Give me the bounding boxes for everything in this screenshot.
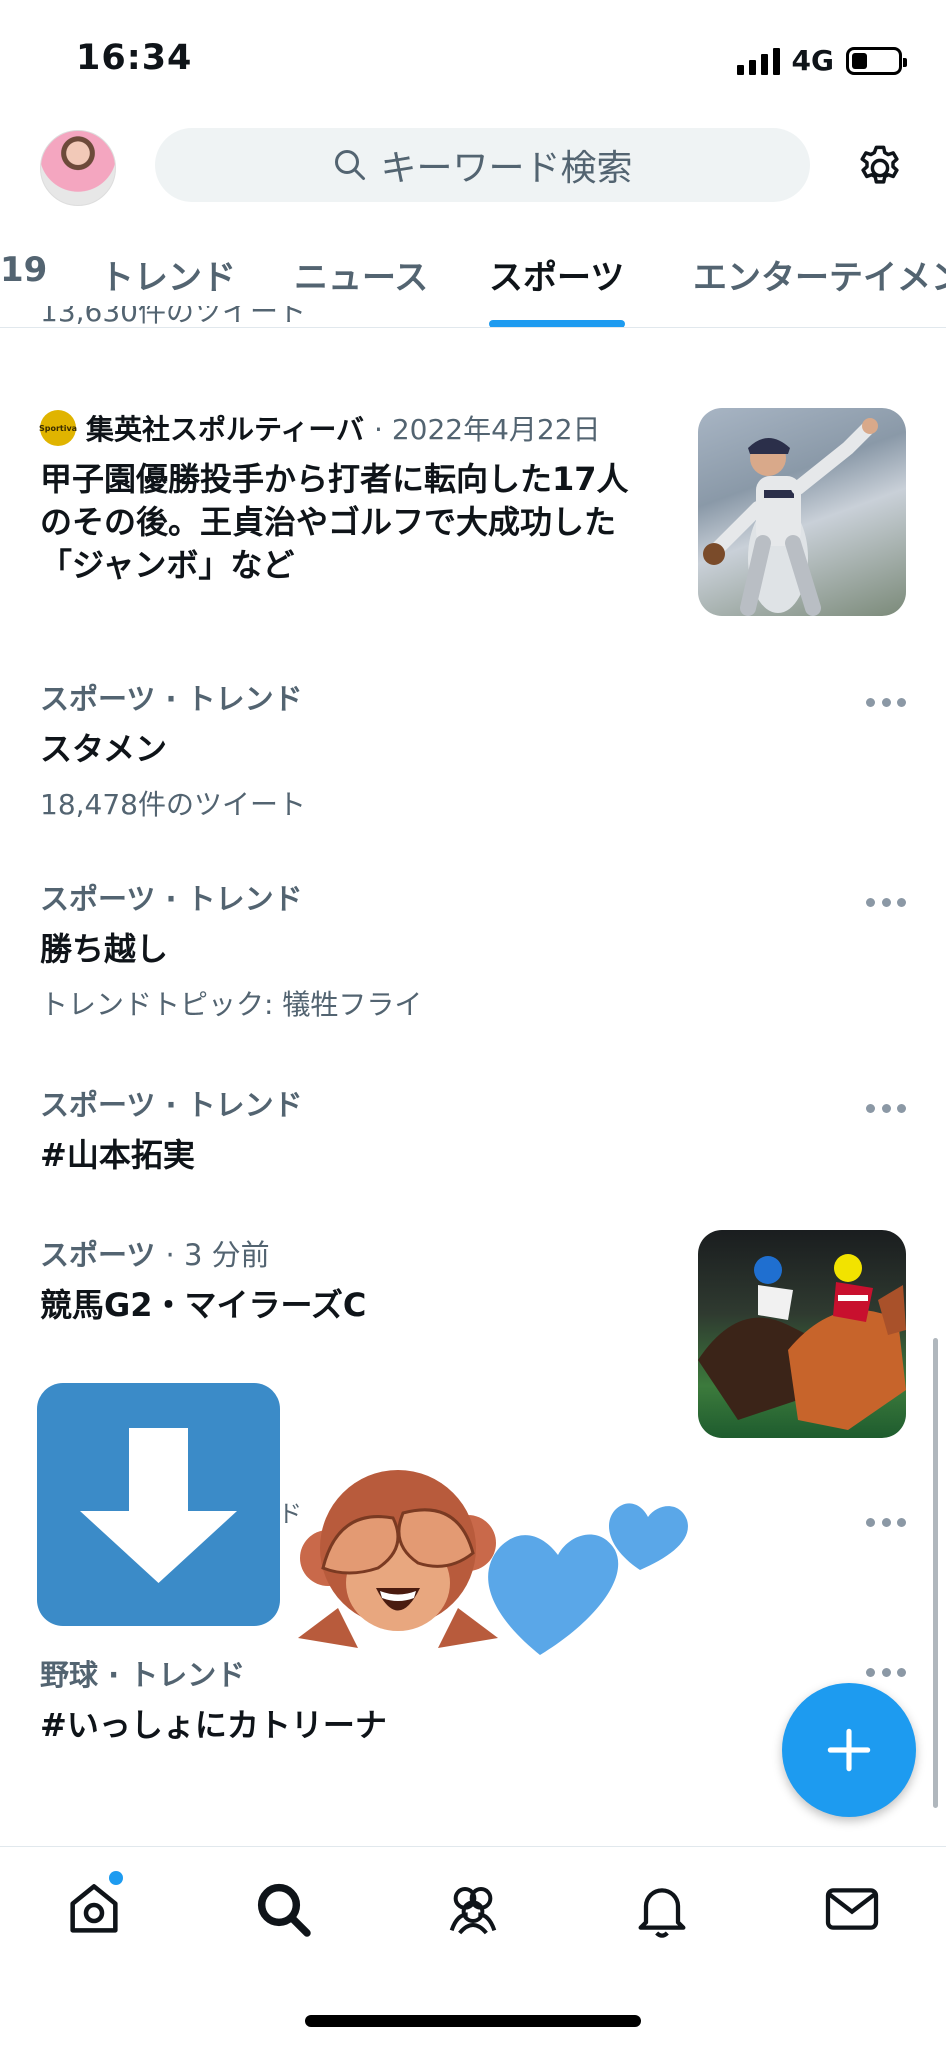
trend-thumbnail[interactable] [698, 1230, 906, 1438]
trend-sub: トレンドトピック: 犠牲フライ [40, 988, 423, 1021]
download-arrow-icon [80, 1428, 237, 1583]
home-icon[interactable] [62, 1877, 126, 1941]
horse-racing-image [698, 1254, 906, 1430]
trend-category-label: スポーツ [40, 1238, 156, 1272]
more-icon[interactable] [866, 1098, 906, 1118]
heart-icon [488, 1503, 688, 1655]
status-bar: 16:34 4G [0, 0, 946, 120]
news-thumbnail[interactable] [698, 408, 906, 616]
trend-title: #いっしょにカトリーナ [40, 1706, 387, 1744]
trend-item[interactable]: スポーツ · 3 分前 競馬G2・マイラーズC [40, 1232, 660, 1327]
trend-title: #山本拓実 [40, 1136, 195, 1174]
signal-icon [736, 47, 780, 75]
trend-item[interactable]: 野球 · トレンド #いっしょにカトリーナ [40, 1652, 906, 1747]
search-input[interactable]: キーワード検索 [155, 128, 810, 202]
home-notification-dot [109, 1871, 123, 1885]
source-name: 集英社スポルティーバ [86, 413, 365, 446]
news-date: · 2022年4月22日 [374, 413, 601, 446]
see-no-evil-monkey-icon [298, 1470, 498, 1648]
battery-icon [846, 46, 907, 75]
more-icon[interactable] [866, 1662, 906, 1682]
tweet-count-cut-text: 13,630件のツイート [40, 306, 306, 328]
tweet-count-cut: 13,630件のツイート [40, 306, 306, 342]
top-bar: キーワード検索 [0, 120, 946, 220]
trend-category: スポーツ · 3 分前 [40, 1232, 660, 1274]
tab-sports[interactable]: スポーツ [489, 250, 624, 299]
news-source: Sportiva 集英社スポルティーバ · 2022年4月22日 [39, 408, 660, 448]
compose-plus-icon [827, 1728, 871, 1772]
home-indicator [305, 2015, 641, 2027]
trend-category: スポーツ · トレンド [40, 882, 303, 916]
tab-news[interactable]: ニュース [294, 250, 428, 299]
news-headline: 甲子園優勝投手から打者に転向した17人のその後。王貞治やゴルフで大成功した「ジャ… [40, 460, 629, 584]
status-indicators: 4G [736, 44, 907, 77]
pitcher-image [703, 418, 878, 616]
trend-title: 競馬G2・マイラーズC [40, 1286, 367, 1324]
communities-icon[interactable] [441, 1877, 505, 1941]
messages-icon[interactable] [820, 1877, 884, 1941]
search-icon [335, 150, 366, 180]
trend-time: · 3 分前 [165, 1238, 270, 1272]
scrollbar[interactable] [933, 1338, 938, 1808]
avatar[interactable] [40, 130, 116, 206]
compose-button[interactable] [782, 1683, 916, 1817]
trend-sub: 18,478件のツイート [40, 788, 306, 821]
trend-item[interactable]: スポーツ · トレンド #山本拓実 [40, 1082, 906, 1177]
trend-title: 勝ち越し [40, 930, 169, 968]
source-logo: Sportiva [39, 410, 77, 446]
download-sticker [37, 1383, 280, 1626]
active-tab-indicator [489, 320, 625, 327]
tab-entertainment[interactable]: エンターテイメン [693, 250, 946, 299]
search-placeholder: キーワード検索 [380, 148, 633, 189]
notifications-icon[interactable] [630, 1877, 694, 1941]
tab-19[interactable]: 19 [0, 250, 47, 290]
tab-trend[interactable]: トレンド [100, 250, 236, 299]
trend-category: 野球 · トレンド [40, 1658, 246, 1692]
bottom-nav [0, 1846, 946, 2048]
more-icon[interactable] [866, 1512, 906, 1532]
trend-category: スポーツ · トレンド [40, 1088, 303, 1122]
gear-icon[interactable] [854, 142, 906, 194]
more-icon[interactable] [866, 692, 906, 712]
trend-item[interactable]: スポーツ · トレンド スタメン 18,478件のツイート [40, 676, 906, 823]
status-time: 16:34 [76, 38, 193, 78]
trend-title: スタメン [40, 730, 168, 768]
more-icon[interactable] [866, 892, 906, 912]
trend-category: スポーツ · トレンド [40, 682, 303, 716]
news-item[interactable]: Sportiva 集英社スポルティーバ · 2022年4月22日 甲子園優勝投手… [39, 408, 660, 587]
network-type: 4G [791, 44, 834, 77]
explore-icon[interactable] [251, 1877, 315, 1941]
trend-item[interactable]: スポーツ · トレンド 勝ち越し トレンドトピック: 犠牲フライ [40, 876, 906, 1023]
